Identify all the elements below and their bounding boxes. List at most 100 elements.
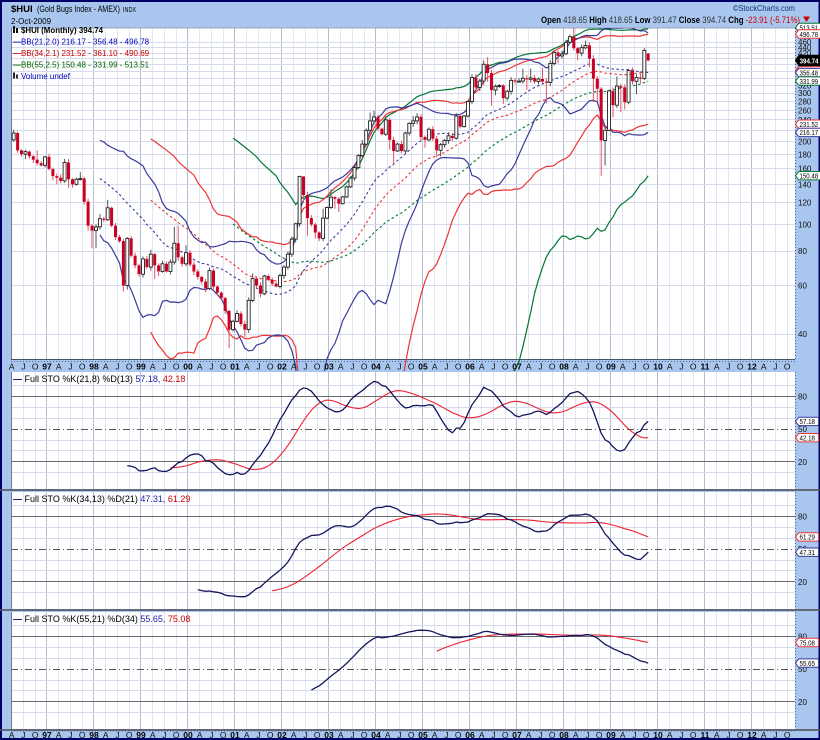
svg-text:J: J: [162, 730, 166, 740]
svg-text:Open 418.65 High 418.65 Low 39: Open 418.65 High 418.65 Low 391.47 Close…: [541, 15, 800, 25]
svg-text:A: A: [197, 730, 203, 740]
svg-text:55.65: 55.65: [800, 659, 816, 668]
svg-text:331.99: 331.99: [800, 77, 819, 86]
svg-text:02: 02: [277, 730, 287, 740]
svg-text:J: J: [444, 362, 448, 372]
svg-text:O: O: [596, 730, 603, 740]
svg-text:J: J: [209, 730, 213, 740]
svg-text:J: J: [773, 362, 777, 372]
svg-text:J: J: [585, 362, 589, 372]
svg-text:A: A: [714, 362, 720, 372]
svg-text:06: 06: [465, 362, 475, 372]
svg-text:80: 80: [798, 513, 807, 522]
svg-text:A: A: [56, 730, 62, 740]
svg-text:O: O: [220, 730, 227, 740]
svg-text:140: 140: [798, 180, 812, 189]
svg-text:O: O: [126, 362, 133, 372]
svg-text:O: O: [502, 730, 509, 740]
svg-text:97: 97: [42, 730, 52, 740]
svg-text:180: 180: [798, 150, 812, 159]
svg-text:100: 100: [798, 221, 812, 230]
svg-text:98: 98: [89, 362, 99, 372]
svg-text:99: 99: [136, 730, 146, 740]
svg-text:216.17: 216.17: [800, 128, 819, 137]
svg-text:280: 280: [798, 98, 812, 107]
svg-text:A: A: [761, 730, 767, 740]
svg-text:— Full STO %K(55,21) %D(34) 55: — Full STO %K(55,21) %D(34) 55.65, 75.08: [13, 614, 190, 624]
svg-text:O: O: [361, 362, 368, 372]
svg-text:150.48: 150.48: [800, 172, 819, 181]
svg-text:J: J: [21, 730, 25, 740]
svg-text:A: A: [103, 362, 109, 372]
svg-text:O: O: [455, 362, 462, 372]
svg-text:J: J: [444, 730, 448, 740]
svg-text:00: 00: [183, 362, 193, 372]
svg-text:A: A: [573, 362, 579, 372]
svg-text:$HUI: $HUI: [11, 4, 33, 15]
svg-text:80: 80: [798, 247, 807, 256]
svg-text:O: O: [79, 730, 86, 740]
svg-text:01: 01: [230, 362, 240, 372]
svg-text:394.74: 394.74: [800, 56, 820, 65]
svg-text:60: 60: [798, 282, 807, 291]
svg-text:A: A: [761, 362, 767, 372]
svg-text:12: 12: [747, 730, 757, 740]
svg-text:INDX: INDX: [123, 5, 136, 14]
svg-text:A: A: [620, 730, 626, 740]
svg-text:07: 07: [512, 362, 522, 372]
svg-text:99: 99: [136, 362, 146, 372]
svg-text:10: 10: [653, 730, 663, 740]
svg-text:J: J: [350, 730, 354, 740]
svg-text:A: A: [150, 362, 156, 372]
svg-text:(Gold Bugs Index - AMEX): (Gold Bugs Index - AMEX): [37, 4, 120, 14]
svg-text:47.31: 47.31: [800, 548, 816, 557]
svg-text:A: A: [338, 362, 344, 372]
svg-text:98: 98: [89, 730, 99, 740]
svg-text:O: O: [690, 730, 697, 740]
svg-text:O: O: [643, 730, 650, 740]
svg-text:05: 05: [418, 362, 428, 372]
svg-text:O: O: [267, 730, 274, 740]
svg-text:A: A: [244, 730, 250, 740]
svg-text:300: 300: [798, 89, 812, 98]
svg-text:J: J: [397, 362, 401, 372]
svg-text:J: J: [303, 362, 307, 372]
svg-text:O: O: [643, 362, 650, 372]
svg-text:A: A: [291, 730, 297, 740]
svg-text:O: O: [408, 362, 415, 372]
svg-text:O: O: [690, 362, 697, 372]
svg-text:O: O: [220, 362, 227, 372]
svg-text:A: A: [9, 362, 15, 372]
svg-text:O: O: [502, 362, 509, 372]
svg-text:O: O: [596, 362, 603, 372]
svg-text:05: 05: [418, 730, 428, 740]
svg-text:120: 120: [798, 199, 812, 208]
svg-text:11: 11: [701, 730, 710, 740]
svg-text:O: O: [314, 362, 321, 372]
svg-text:O: O: [173, 730, 180, 740]
svg-text:11: 11: [701, 362, 710, 372]
svg-text:Volume undef: Volume undef: [21, 72, 71, 81]
svg-text:08: 08: [559, 730, 569, 740]
svg-text:08: 08: [559, 362, 569, 372]
svg-text:97: 97: [42, 362, 52, 372]
svg-text:—BB(34,2.1) 231.52 - 361.10 -: —BB(34,2.1) 231.52 - 361.10 - 490.69: [13, 49, 150, 58]
svg-text:J: J: [491, 730, 495, 740]
svg-text:J: J: [585, 730, 589, 740]
svg-text:O: O: [737, 730, 744, 740]
svg-text:O: O: [784, 362, 791, 372]
svg-text:—BB(55,2.5) 150.48 - 331.99 -: —BB(55,2.5) 150.48 - 331.99 - 513.51: [13, 61, 150, 70]
svg-text:J: J: [162, 362, 166, 372]
svg-text:A: A: [620, 362, 626, 372]
svg-text:A: A: [526, 730, 532, 740]
svg-text:06: 06: [465, 730, 475, 740]
svg-text:O: O: [455, 730, 462, 740]
svg-text:12: 12: [747, 362, 757, 372]
svg-text:04: 04: [371, 362, 381, 372]
svg-text:496.78: 496.78: [800, 30, 819, 39]
svg-text:A: A: [432, 362, 438, 372]
svg-text:A: A: [291, 362, 297, 372]
svg-text:J: J: [632, 730, 636, 740]
svg-text:80: 80: [798, 393, 807, 402]
svg-text:J: J: [303, 730, 307, 740]
